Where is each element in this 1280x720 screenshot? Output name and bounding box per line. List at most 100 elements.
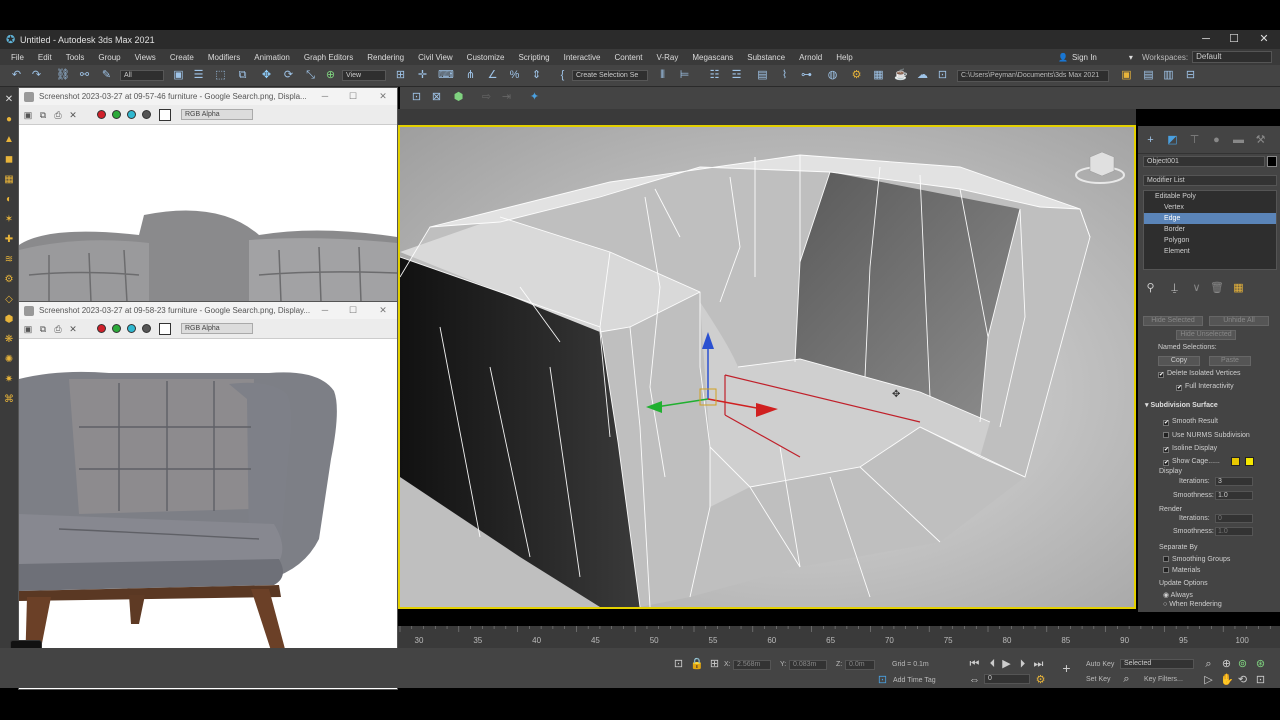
create-tab-icon[interactable]: + xyxy=(1144,134,1157,147)
selection-lock-icon[interactable]: 🔒 xyxy=(690,658,704,671)
cage-color-swatch-2[interactable] xyxy=(1245,457,1254,466)
select-by-name-icon[interactable]: ☰ xyxy=(192,69,205,82)
populate-icon[interactable]: ⇥ xyxy=(500,91,513,104)
render-iterations-spinner[interactable]: 0 xyxy=(1215,514,1253,523)
named-selection-select[interactable]: Create Selection Se xyxy=(572,70,648,81)
blue-channel-toggle[interactable] xyxy=(127,324,136,333)
redo-icon[interactable]: ↷ xyxy=(30,69,43,82)
geometry-icon[interactable]: ⬢ xyxy=(2,313,16,327)
undo-icon[interactable]: ↶ xyxy=(10,69,23,82)
full-interactivity-checkbox[interactable]: ✔ Full Interactivity xyxy=(1176,383,1234,391)
make-unique-icon[interactable]: ∨ xyxy=(1190,282,1203,295)
close-button[interactable]: ✕ xyxy=(1250,30,1278,49)
clear-icon[interactable]: ✕ xyxy=(68,324,78,334)
utility-icon[interactable]: ✷ xyxy=(2,373,16,387)
previous-frame-icon[interactable]: ⏴ xyxy=(986,658,999,671)
utilities-tab-icon[interactable]: ⚒ xyxy=(1254,134,1267,147)
hierarchy-icon[interactable]: ⌘ xyxy=(2,393,16,407)
key-mode-icon[interactable]: ⇔ xyxy=(968,674,981,687)
stack-item-polygon[interactable]: Polygon xyxy=(1144,235,1276,246)
alpha-channel-toggle[interactable] xyxy=(142,324,151,333)
pivot-center-icon[interactable]: ⊞ xyxy=(394,69,407,82)
menu-substance[interactable]: Substance xyxy=(740,53,792,62)
select-object-icon[interactable]: ▣ xyxy=(172,69,185,82)
snap-target-icon[interactable]: ✦ xyxy=(528,91,541,104)
stack-item-edge[interactable]: Edge xyxy=(1144,213,1276,224)
menu-civil-view[interactable]: Civil View xyxy=(411,53,460,62)
shape-icon[interactable]: ◇ xyxy=(2,293,16,307)
particle-icon[interactable]: ❋ xyxy=(2,333,16,347)
scale-icon[interactable]: ⤡ xyxy=(304,69,317,82)
project-folder-icon[interactable]: ▣ xyxy=(1120,69,1133,82)
hold-icon[interactable]: ⊟ xyxy=(1184,69,1197,82)
placement-icon[interactable]: ⊕ xyxy=(324,69,337,82)
open-icon[interactable]: ▤ xyxy=(1142,69,1155,82)
menu-content[interactable]: Content xyxy=(608,53,650,62)
menu-rendering[interactable]: Rendering xyxy=(360,53,411,62)
render-setup-icon[interactable]: ⚙ xyxy=(850,69,863,82)
cone-icon[interactable]: ▲ xyxy=(2,133,16,147)
motion-tab-icon[interactable]: ● xyxy=(1210,134,1223,147)
copy-button[interactable]: Copy xyxy=(1158,356,1200,366)
modify-tab-icon[interactable]: ◩ xyxy=(1166,134,1179,147)
unlink-icon[interactable]: ⚯ xyxy=(78,69,91,82)
perspective-viewport[interactable]: ✥ xyxy=(398,125,1136,609)
image-viewer-2-titlebar[interactable]: Screenshot 2023-03-27 at 09-58-23 furnit… xyxy=(19,302,397,319)
channel-select[interactable]: RGB Alpha xyxy=(181,323,253,334)
minimize-button[interactable]: ─ xyxy=(1192,30,1220,49)
zoom-extents-all-icon[interactable]: ⊛ xyxy=(1254,658,1267,671)
smoothing-groups-checkbox[interactable]: Smoothing Groups xyxy=(1163,556,1230,563)
object-color-swatch[interactable] xyxy=(1267,156,1277,167)
save-image-icon[interactable]: ▣ xyxy=(23,110,33,120)
stack-item-border[interactable]: Border xyxy=(1144,224,1276,235)
alpha-channel-toggle[interactable] xyxy=(142,110,151,119)
set-keys-icon[interactable]: + xyxy=(1060,661,1073,675)
key-set-select[interactable]: Selected xyxy=(1120,659,1194,669)
hierarchy-tab-icon[interactable]: ⊤ xyxy=(1188,134,1201,147)
object-paint-icon[interactable]: ⇨ xyxy=(480,91,493,104)
bind-space-warp-icon[interactable]: ✎ xyxy=(100,69,113,82)
z-coord-field[interactable]: 0.0m xyxy=(845,660,875,670)
isolate-icon[interactable]: ⊡ xyxy=(672,658,685,671)
sign-in-button[interactable]: 👤 Sign In ▾ xyxy=(1058,49,1133,65)
material-editor-icon[interactable]: ◍ xyxy=(826,69,839,82)
subdivision-surface-header[interactable]: ▾ Subdivision Surface xyxy=(1145,401,1218,409)
next-frame-icon[interactable]: ⏵ xyxy=(1016,658,1029,671)
object-name-field[interactable]: Object001 xyxy=(1143,156,1265,167)
menu-customize[interactable]: Customize xyxy=(460,53,512,62)
rotate-icon[interactable]: ⟳ xyxy=(282,69,295,82)
modifier-icon[interactable]: ✺ xyxy=(2,353,16,367)
time-slider-track[interactable]: 30 35 40 45 50 55 60 65 70 75 80 85 90 95 100 xyxy=(398,626,1280,648)
mono-toggle[interactable] xyxy=(159,322,171,335)
green-channel-toggle[interactable] xyxy=(112,324,121,333)
ribbon-icon[interactable]: ▤ xyxy=(756,69,769,82)
copy-image-icon[interactable]: ⧉ xyxy=(38,324,48,334)
menu-tools[interactable]: Tools xyxy=(59,53,92,62)
menu-megascans[interactable]: Megascans xyxy=(685,53,740,62)
edit-named-sets-icon[interactable]: { xyxy=(556,69,569,82)
go-to-end-icon[interactable]: ⏭ xyxy=(1032,658,1045,671)
zoom-all-icon[interactable]: ⊕ xyxy=(1220,658,1233,671)
image-viewer-1[interactable]: Screenshot 2023-03-27 at 09-57-46 furnit… xyxy=(18,87,398,303)
x-coord-field[interactable]: 2.568m xyxy=(733,660,771,670)
print-icon[interactable]: ⎙ xyxy=(53,324,63,334)
keyboard-shortcut-icon[interactable]: ⌨ xyxy=(438,69,454,82)
light-icon[interactable]: ✶ xyxy=(2,213,16,227)
stack-item-vertex[interactable]: Vertex xyxy=(1144,202,1276,213)
y-coord-field[interactable]: 0.083m xyxy=(789,660,827,670)
menu-views[interactable]: Views xyxy=(128,53,163,62)
materials-checkbox[interactable]: Materials xyxy=(1163,567,1200,574)
maximize-button[interactable]: ☐ xyxy=(1220,30,1248,49)
configure-sets-icon[interactable]: ▦ xyxy=(1232,282,1245,295)
rendered-frame-icon[interactable]: ▦ xyxy=(872,69,885,82)
blue-channel-toggle[interactable] xyxy=(127,110,136,119)
always-radio[interactable]: ◉ Always xyxy=(1163,591,1193,599)
viewcube-icon[interactable] xyxy=(1075,151,1125,184)
menu-animation[interactable]: Animation xyxy=(247,53,297,62)
mono-toggle[interactable] xyxy=(159,108,171,121)
filter-icon[interactable]: ⌕ xyxy=(1120,673,1133,686)
render-smoothness-spinner[interactable]: 1.0 xyxy=(1215,527,1253,536)
maximize-icon[interactable]: ☐ xyxy=(343,302,363,319)
show-cage-checkbox[interactable]: ✔ Show Cage...... xyxy=(1163,458,1220,466)
close-icon[interactable]: ✕ xyxy=(373,302,393,319)
